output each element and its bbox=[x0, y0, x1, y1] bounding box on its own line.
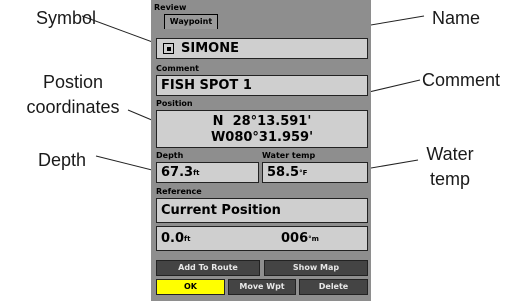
callout-water-temp: Water temp bbox=[420, 144, 480, 189]
waypoint-name: SIMONE bbox=[181, 41, 239, 56]
callout-position: Postion coordinates bbox=[18, 72, 128, 117]
distance-unit: ft bbox=[184, 235, 191, 243]
depth-value: 67.3 bbox=[161, 165, 194, 180]
callout-depth: Depth bbox=[38, 150, 87, 170]
bearing-value: 006 bbox=[281, 231, 309, 246]
comment-label: Comment bbox=[156, 64, 199, 73]
callout-comment: Comment bbox=[422, 70, 501, 90]
tab-waypoint[interactable]: Waypoint bbox=[164, 14, 218, 29]
show-map-button[interactable]: Show Map bbox=[264, 260, 368, 276]
symbol-button[interactable] bbox=[163, 43, 174, 54]
depth-unit: ft bbox=[193, 169, 200, 177]
water-temp-field[interactable]: 58.5°F bbox=[262, 162, 368, 183]
reference-label: Reference bbox=[156, 187, 202, 196]
water-temp-value: 58.5 bbox=[267, 165, 300, 180]
comment-value: FISH SPOT 1 bbox=[161, 78, 252, 93]
reference-nav-field[interactable]: 0.0ft 006°m bbox=[156, 226, 368, 251]
device-screen: Review Waypoint SIMONE Comment FISH SPOT… bbox=[151, 0, 371, 301]
screen-title: Review bbox=[154, 3, 187, 12]
reference-field[interactable]: Current Position bbox=[156, 198, 368, 223]
square-waypoint-icon bbox=[167, 47, 171, 51]
name-field[interactable]: SIMONE bbox=[156, 38, 368, 59]
add-to-route-button[interactable]: Add To Route bbox=[156, 260, 260, 276]
callout-water-temp-line2: temp bbox=[429, 169, 471, 189]
reference-value: Current Position bbox=[161, 203, 281, 218]
move-waypoint-button[interactable]: Move Wpt bbox=[228, 279, 296, 295]
delete-button[interactable]: Delete bbox=[299, 279, 368, 295]
depth-field[interactable]: 67.3ft bbox=[156, 162, 259, 183]
position-longitude: W080°31.959' bbox=[210, 130, 314, 145]
comment-field[interactable]: FISH SPOT 1 bbox=[156, 75, 368, 96]
position-latitude: N 28°13.591' bbox=[212, 114, 312, 129]
depth-label: Depth bbox=[156, 151, 184, 160]
bearing-unit: °m bbox=[308, 235, 319, 243]
position-field[interactable]: N 28°13.591' W080°31.959' bbox=[156, 110, 368, 148]
callout-position-line2: coordinates bbox=[26, 97, 120, 117]
position-label: Position bbox=[156, 99, 193, 108]
callout-name: Name bbox=[432, 8, 481, 28]
distance-value: 0.0 bbox=[161, 231, 185, 246]
callout-symbol: Symbol bbox=[36, 8, 97, 28]
water-temp-label: Water temp bbox=[262, 151, 316, 160]
water-temp-unit: °F bbox=[299, 169, 308, 177]
ok-button[interactable]: OK bbox=[156, 279, 225, 295]
callout-water-temp-line1: Water bbox=[426, 144, 474, 164]
callout-position-line1: Postion bbox=[42, 72, 104, 92]
